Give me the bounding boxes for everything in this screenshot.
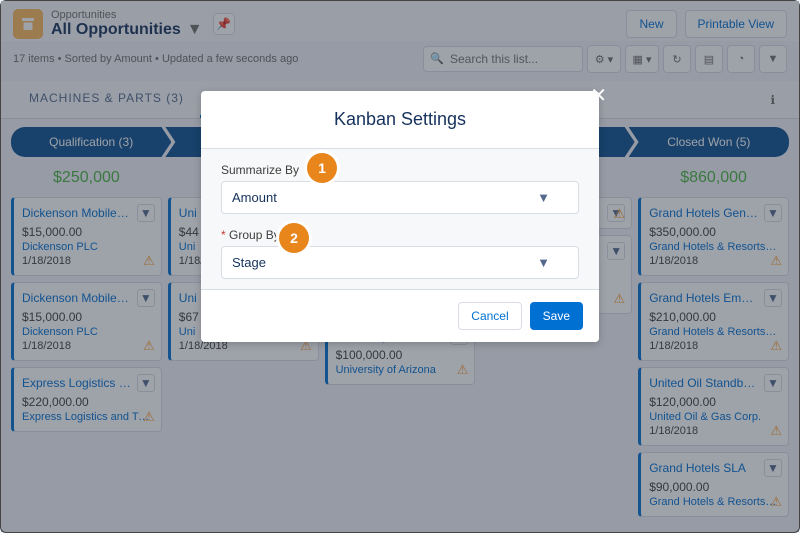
summarize-by-label: Summarize By xyxy=(221,163,579,177)
chevron-down-icon: ▼ xyxy=(537,190,550,205)
callout-2: 2 xyxy=(279,223,309,253)
modal-title: Kanban Settings xyxy=(201,91,599,149)
group-by-value: Stage xyxy=(232,255,266,270)
callout-1: 1 xyxy=(307,153,337,183)
chevron-down-icon: ▼ xyxy=(537,255,550,270)
modal-footer: Cancel Save xyxy=(201,289,599,342)
save-button[interactable]: Save xyxy=(530,302,583,330)
close-icon[interactable]: ✕ xyxy=(590,83,607,108)
modal-body: Summarize By Amount ▼ 1 Group By Stage ▼… xyxy=(201,149,599,289)
group-by-select[interactable]: Stage ▼ xyxy=(221,246,579,279)
group-by-label: Group By xyxy=(221,228,579,242)
summarize-by-value: Amount xyxy=(232,190,277,205)
cancel-button[interactable]: Cancel xyxy=(458,302,521,330)
kanban-settings-modal: Kanban Settings Summarize By Amount ▼ 1 … xyxy=(201,91,599,342)
summarize-by-select[interactable]: Amount ▼ xyxy=(221,181,579,214)
modal-backdrop[interactable]: ✕ Kanban Settings Summarize By Amount ▼ … xyxy=(1,1,799,532)
